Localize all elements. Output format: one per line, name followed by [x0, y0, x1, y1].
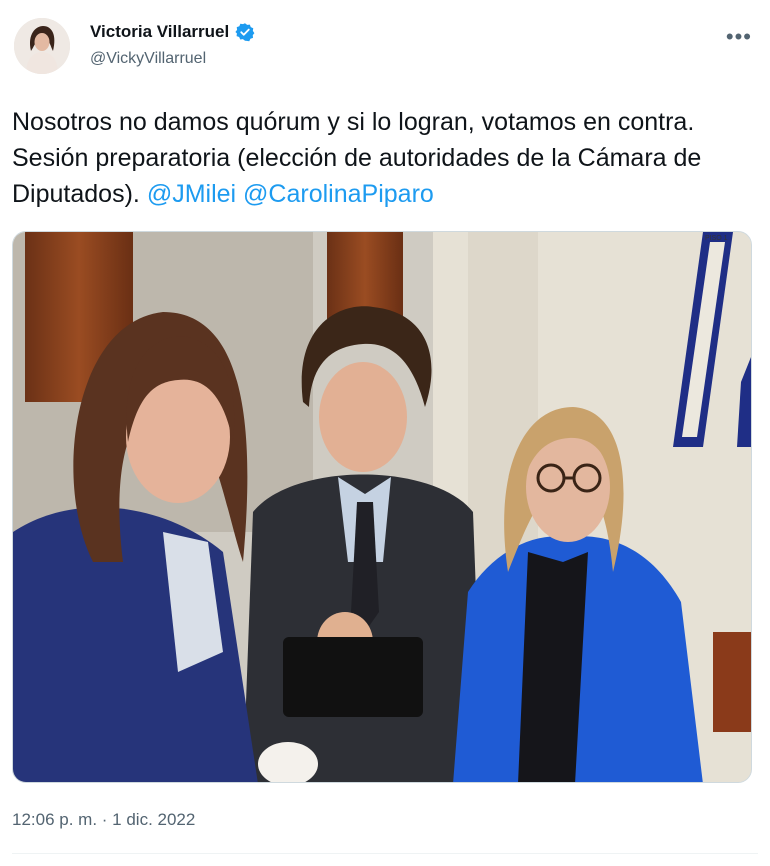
author-name-row: Victoria Villarruel [90, 22, 255, 42]
more-options-icon[interactable]: ••• [726, 24, 752, 50]
divider [12, 853, 758, 854]
mention-link[interactable]: @JMilei [147, 180, 236, 208]
photo-image: PISO 1 [13, 232, 751, 782]
tweet-timestamp[interactable]: 12:06 p. m. · 1 dic. 2022 [12, 810, 195, 830]
verified-badge-icon [235, 23, 255, 42]
tweet-text: Nosotros no damos quórum y si lo logran,… [12, 104, 752, 212]
avatar-image [14, 18, 70, 74]
mention-link[interactable]: @CarolinaPiparo [243, 180, 434, 208]
author-display-name[interactable]: Victoria Villarruel [90, 22, 229, 42]
tweet-photo[interactable]: PISO 1 [12, 231, 752, 783]
author-handle[interactable]: @VickyVillarruel [90, 50, 206, 68]
avatar[interactable] [14, 18, 70, 74]
wall-sign-text: PISO 1 [705, 235, 728, 242]
